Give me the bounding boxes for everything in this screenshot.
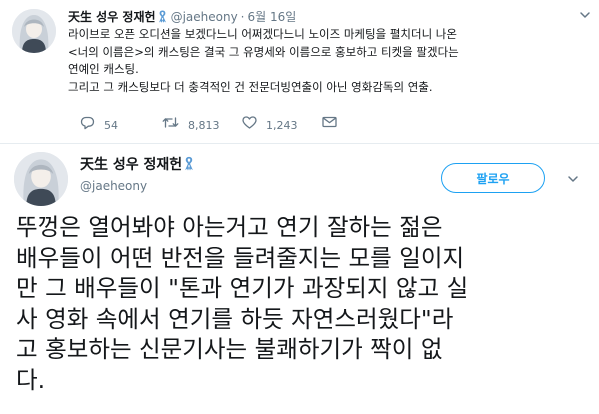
handle[interactable]: @jaeheony [80,177,147,195]
tweet-text-line: 라이브로 오픈 오디션을 보겠다느니 어쩌겠다느니 노이즈 마케팅을 펼치더니 … [68,27,457,41]
tweet-text: 라이브로 오픈 오디션을 보겠다느니 어쩌겠다느니 노이즈 마케팅을 펼치더니 … [68,26,583,96]
retweet-button[interactable]: 8,813 [162,116,220,135]
tweet-text-line: 다. [16,365,46,394]
tweet-text-line: 연예인 캐스팅. [68,62,139,76]
tweet-text-line: 뚜껑은 열어봐야 아는거고 연기 잘하는 젊은 [16,213,443,241]
display-name[interactable]: 天生 성우 정재헌 [68,10,156,24]
tweet-text-line: 사 영화 속에서 연기를 하듯 자연스러웠다"라 [16,304,454,333]
chevron-down-icon[interactable] [579,6,591,25]
handle[interactable]: @jaeheony [171,10,238,24]
tweet-text-line: 고 홍보하는 신문기사는 불쾌하기가 짝이 없 [16,335,443,363]
display-name-text: 天生 성우 정재헌 [80,157,183,173]
like-button[interactable]: 1,243 [242,116,298,135]
avatar[interactable] [12,9,56,53]
reply-button[interactable]: 54 [80,116,118,136]
tweet-text-line: 배우들이 어떤 반전을 들려줄지는 모를 일이지 [16,243,465,272]
display-name[interactable]: 天生 성우 정재헌 [80,155,194,177]
tweet-text: 뚜껑은 열어봐야 아는거고 연기 잘하는 젊은 배우들이 어떤 반전을 들려줄지… [16,212,586,395]
reply-count: 54 [104,119,118,132]
like-count: 1,243 [266,118,298,132]
tweet-text-line: 만 그 배우들이 "톤과 연기가 과장되지 않고 실 [16,274,469,302]
retweet-count: 8,813 [188,118,220,132]
envelope-icon [322,116,346,134]
reply-icon [80,116,104,136]
divider [0,143,599,144]
tweet-text-line: 그리고 그 캐스팅보다 더 충격적인 건 전문더빙연출이 아닌 영화감독의 연출… [68,79,433,94]
blue-ribbon-icon [184,156,194,177]
tweet-text-line: <너의 이름은>의 캐스팅은 결국 그 유명세와 이름으로 홍보하고 티켓을 팔… [68,44,459,59]
direct-message-button[interactable] [322,116,346,134]
tweet-header: 天生 성우 정재헌 @jaeheony · 6월 16일 [68,8,578,26]
avatar[interactable] [14,152,68,206]
follow-button[interactable]: 팔로우 [441,163,545,193]
chevron-down-icon[interactable] [567,170,579,189]
timestamp[interactable]: 6월 16일 [248,10,297,24]
retweet-icon [162,116,188,135]
separator-dot: · [240,10,245,24]
heart-icon [242,116,266,135]
